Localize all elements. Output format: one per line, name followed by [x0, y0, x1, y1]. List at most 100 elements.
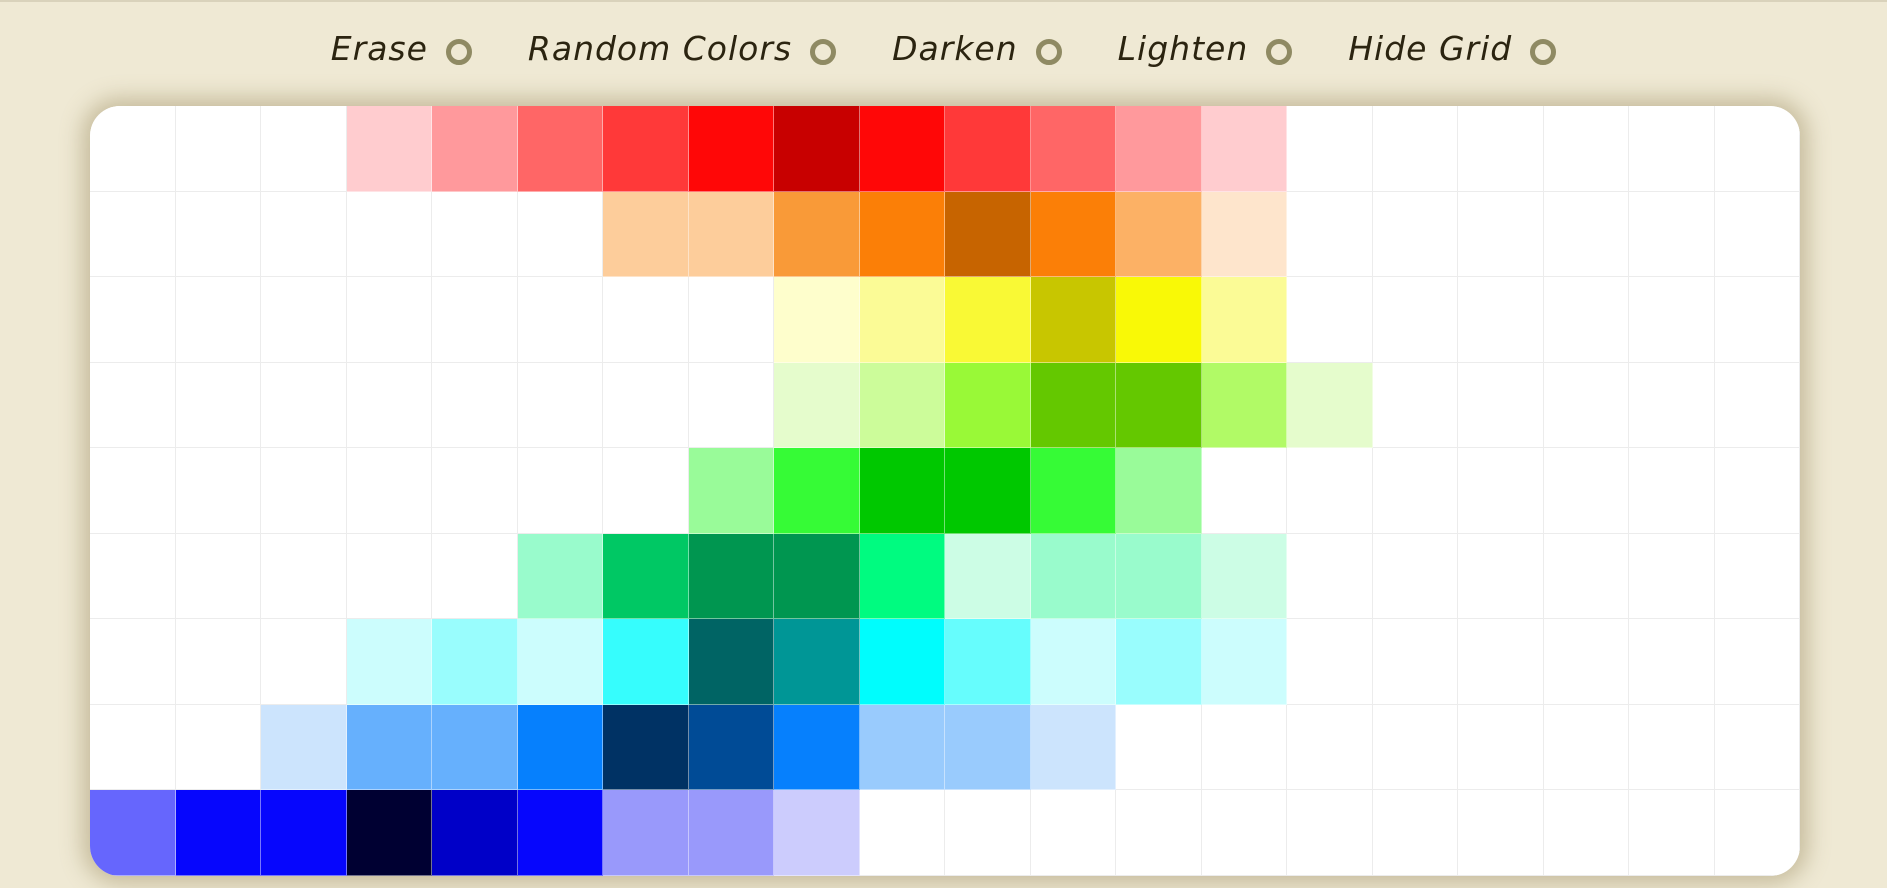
grid-cell[interactable] — [945, 277, 1031, 363]
grid-cell[interactable] — [1714, 790, 1800, 876]
grid-cell[interactable] — [1287, 619, 1373, 705]
grid-cell[interactable] — [517, 790, 603, 876]
grid-cell[interactable] — [175, 448, 261, 534]
grid-cell[interactable] — [774, 619, 860, 705]
grid-cell[interactable] — [603, 533, 689, 620]
grid-cell[interactable] — [1201, 277, 1287, 363]
grid-cell[interactable] — [774, 362, 860, 449]
grid-cell[interactable] — [1372, 533, 1458, 620]
hide-grid-option[interactable]: Hide Grid — [1348, 29, 1557, 68]
grid-cell[interactable] — [90, 106, 176, 192]
grid-cell[interactable] — [261, 704, 347, 791]
grid-cell[interactable] — [432, 533, 518, 620]
grid-cell[interactable] — [1543, 704, 1629, 791]
grid-cell[interactable] — [261, 790, 347, 876]
grid-cell[interactable] — [688, 533, 774, 620]
grid-cell[interactable] — [1458, 362, 1544, 449]
grid-cell[interactable] — [1458, 448, 1544, 534]
grid-cell[interactable] — [1287, 277, 1373, 363]
drawing-grid[interactable] — [90, 106, 1800, 876]
grid-cell[interactable] — [688, 362, 774, 449]
grid-cell[interactable] — [90, 619, 176, 705]
grid-cell[interactable] — [1201, 790, 1287, 876]
grid-cell[interactable] — [517, 448, 603, 534]
grid-cell[interactable] — [1030, 448, 1116, 534]
grid-cell[interactable] — [603, 106, 689, 192]
grid-cell[interactable] — [1201, 704, 1287, 791]
erase-option[interactable]: Erase — [331, 29, 472, 68]
grid-cell[interactable] — [688, 448, 774, 534]
grid-cell[interactable] — [346, 619, 432, 705]
grid-cell[interactable] — [1458, 619, 1544, 705]
grid-cell[interactable] — [1287, 362, 1373, 449]
grid-cell[interactable] — [1543, 533, 1629, 620]
grid-cell[interactable] — [1372, 619, 1458, 705]
grid-cell[interactable] — [517, 704, 603, 791]
grid-cell[interactable] — [90, 790, 176, 876]
grid-cell[interactable] — [688, 106, 774, 192]
grid-cell[interactable] — [859, 533, 945, 620]
grid-cell[interactable] — [261, 448, 347, 534]
random-colors-radio[interactable] — [810, 39, 837, 65]
grid-cell[interactable] — [1030, 362, 1116, 449]
grid-cell[interactable] — [1714, 448, 1800, 534]
grid-cell[interactable] — [1372, 277, 1458, 363]
grid-cell[interactable] — [261, 619, 347, 705]
grid-cell[interactable] — [1372, 106, 1458, 192]
grid-cell[interactable] — [1372, 790, 1458, 876]
grid-cell[interactable] — [175, 277, 261, 363]
grid-cell[interactable] — [1543, 106, 1629, 192]
grid-cell[interactable] — [1201, 191, 1287, 278]
grid-cell[interactable] — [945, 790, 1031, 876]
grid-cell[interactable] — [1116, 533, 1202, 620]
grid-cell[interactable] — [1629, 106, 1715, 192]
grid-cell[interactable] — [688, 191, 774, 278]
grid-cell[interactable] — [175, 106, 261, 192]
grid-cell[interactable] — [1287, 106, 1373, 192]
grid-cell[interactable] — [1116, 277, 1202, 363]
grid-cell[interactable] — [1629, 533, 1715, 620]
darken-option[interactable]: Darken — [892, 29, 1062, 68]
grid-cell[interactable] — [859, 191, 945, 278]
lighten-radio[interactable] — [1266, 39, 1293, 65]
grid-cell[interactable] — [1030, 704, 1116, 791]
grid-cell[interactable] — [517, 106, 603, 192]
grid-cell[interactable] — [1201, 448, 1287, 534]
grid-cell[interactable] — [346, 533, 432, 620]
erase-radio[interactable] — [445, 39, 472, 65]
grid-cell[interactable] — [1287, 533, 1373, 620]
grid-cell[interactable] — [1714, 191, 1800, 278]
grid-cell[interactable] — [1458, 277, 1544, 363]
grid-cell[interactable] — [346, 448, 432, 534]
grid-cell[interactable] — [774, 191, 860, 278]
grid-cell[interactable] — [261, 191, 347, 278]
grid-cell[interactable] — [1714, 362, 1800, 449]
grid-cell[interactable] — [945, 533, 1031, 620]
grid-cell[interactable] — [261, 533, 347, 620]
grid-cell[interactable] — [261, 106, 347, 192]
grid-cell[interactable] — [90, 191, 176, 278]
grid-cell[interactable] — [346, 790, 432, 876]
grid-cell[interactable] — [1030, 790, 1116, 876]
grid-cell[interactable] — [261, 277, 347, 363]
grid-cell[interactable] — [1116, 704, 1202, 791]
random-colors-option[interactable]: Random Colors — [528, 29, 837, 68]
grid-cell[interactable] — [517, 533, 603, 620]
grid-cell[interactable] — [859, 106, 945, 192]
grid-cell[interactable] — [1287, 790, 1373, 876]
grid-cell[interactable] — [603, 790, 689, 876]
grid-cell[interactable] — [432, 619, 518, 705]
grid-cell[interactable] — [90, 533, 176, 620]
grid-cell[interactable] — [1458, 704, 1544, 791]
grid-cell[interactable] — [688, 277, 774, 363]
grid-cell[interactable] — [774, 790, 860, 876]
grid-cell[interactable] — [346, 191, 432, 278]
grid-cell[interactable] — [603, 362, 689, 449]
grid-cell[interactable] — [1372, 362, 1458, 449]
grid-cell[interactable] — [688, 704, 774, 791]
grid-cell[interactable] — [432, 448, 518, 534]
grid-cell[interactable] — [346, 704, 432, 791]
hide-grid-radio[interactable] — [1530, 39, 1557, 65]
grid-cell[interactable] — [1543, 790, 1629, 876]
grid-cell[interactable] — [859, 790, 945, 876]
